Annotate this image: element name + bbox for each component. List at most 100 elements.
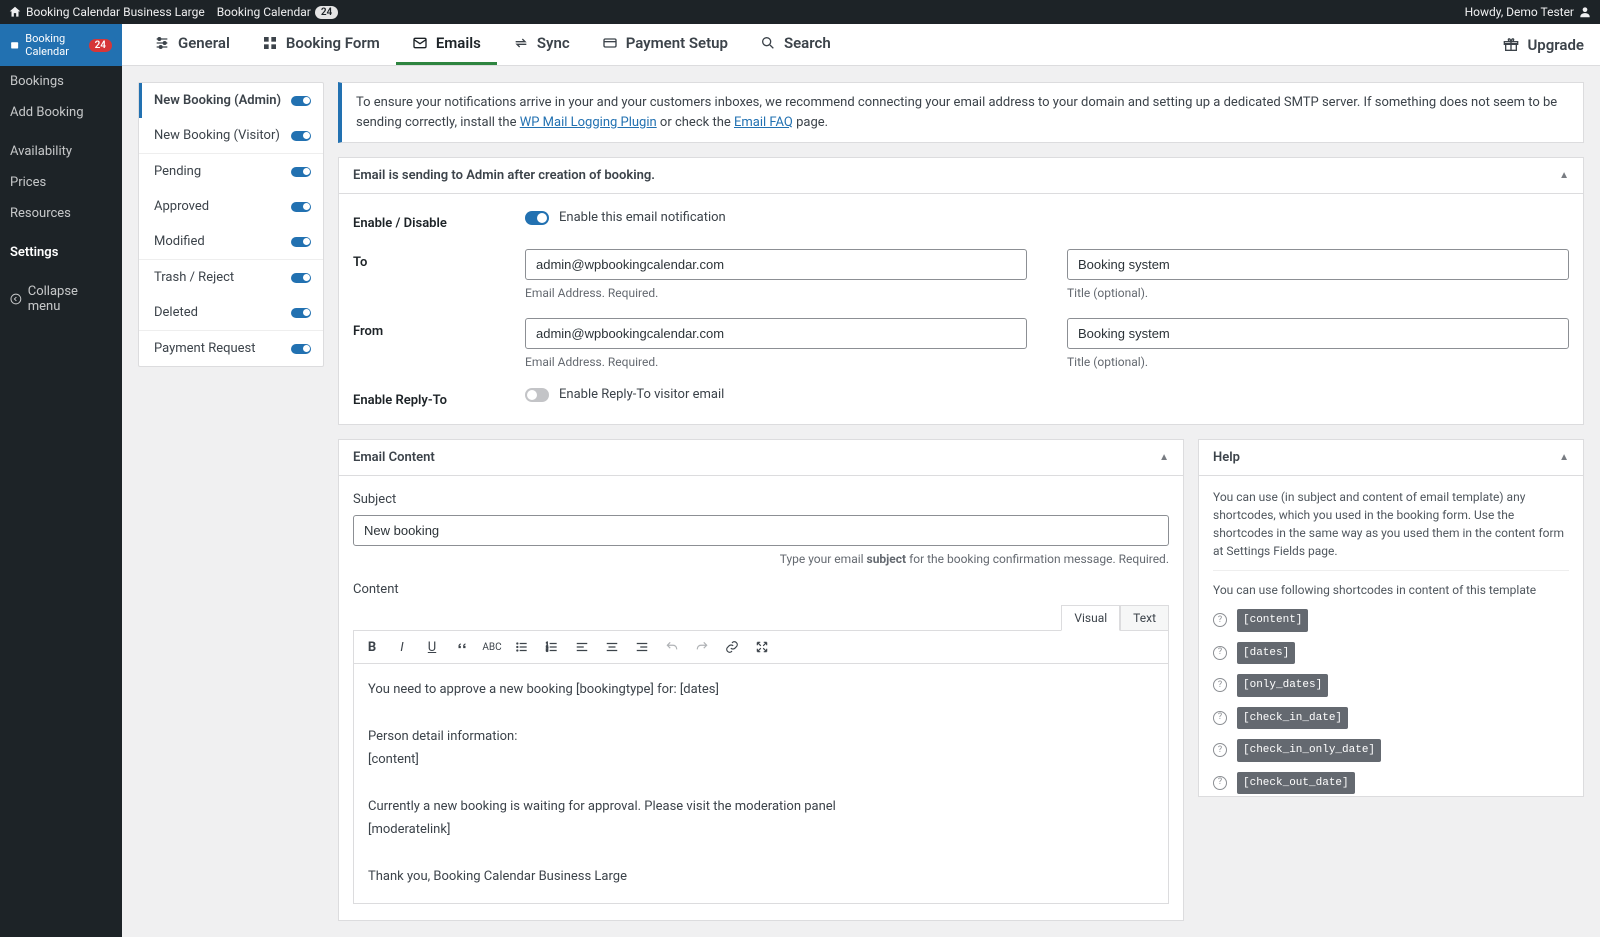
underline-button[interactable]: U — [422, 637, 442, 657]
email-item-label: New Booking (Visitor) — [154, 128, 280, 143]
bold-button[interactable]: B — [362, 637, 382, 657]
align-left-button[interactable] — [572, 637, 592, 657]
svg-text:3: 3 — [546, 649, 548, 653]
italic-button[interactable]: I — [392, 637, 412, 657]
email-item-deleted[interactable]: Deleted — [139, 295, 323, 330]
tab-general-label: General — [178, 34, 230, 52]
notice-link-faq[interactable]: Email FAQ — [734, 115, 793, 130]
shortcode-help-icon[interactable]: ? — [1213, 613, 1227, 627]
shortcode-help-icon[interactable]: ? — [1213, 678, 1227, 692]
email-item-approved[interactable]: Approved — [139, 189, 323, 224]
from-title-help: Title (optional). — [1067, 355, 1569, 369]
panel-title: Email is sending to Admin after creation… — [353, 168, 655, 183]
plugin-badge: 24 — [315, 6, 338, 19]
tab-booking-form[interactable]: Booking Form — [246, 24, 396, 65]
shortcode-tag[interactable]: [check_in_only_date] — [1237, 739, 1381, 762]
editor-tab-visual[interactable]: Visual — [1061, 605, 1120, 631]
fullscreen-button[interactable] — [752, 637, 772, 657]
email-item-modified[interactable]: Modified — [139, 224, 323, 259]
quote-button[interactable] — [452, 637, 472, 657]
email-item-new-admin[interactable]: New Booking (Admin) — [139, 83, 323, 118]
subject-input[interactable] — [353, 515, 1169, 546]
sidemenu-item-resources[interactable]: Resources — [0, 198, 122, 229]
editor-content[interactable]: You need to approve a new booking [booki… — [353, 664, 1169, 904]
number-list-button[interactable]: 123 — [542, 637, 562, 657]
shortcode-help-icon[interactable]: ? — [1213, 646, 1227, 660]
notice-text-3: page. — [793, 115, 828, 130]
enable-toggle[interactable] — [525, 211, 549, 225]
shortcode-tag[interactable]: [dates] — [1237, 642, 1295, 665]
content-collapse-icon[interactable]: ▲ — [1159, 452, 1169, 463]
tab-emails[interactable]: Emails — [396, 24, 497, 65]
email-item-label: Trash / Reject — [154, 270, 234, 285]
gift-icon — [1503, 37, 1519, 53]
strikethrough-button[interactable]: ABC — [482, 637, 502, 657]
admin-bar: Booking Calendar Business Large Booking … — [0, 0, 1600, 24]
notice-link-wp-mail[interactable]: WP Mail Logging Plugin — [520, 115, 657, 130]
sidemenu-item-settings[interactable]: Settings — [0, 237, 122, 268]
panel-collapse-icon[interactable]: ▲ — [1559, 170, 1569, 181]
link-icon — [725, 640, 739, 654]
shortcode-tag[interactable]: [content] — [1237, 609, 1308, 632]
from-label: From — [353, 318, 509, 339]
shortcode-help-icon[interactable]: ? — [1213, 743, 1227, 757]
plugin-toolbar-link[interactable]: Booking Calendar 24 — [217, 5, 339, 19]
email-item-new-visitor[interactable]: New Booking (Visitor) — [139, 118, 323, 153]
grid-icon — [262, 35, 278, 51]
tab-payment[interactable]: Payment Setup — [586, 24, 744, 65]
email-item-label: New Booking (Admin) — [154, 93, 281, 108]
smtp-notice: To ensure your notifications arrive in y… — [338, 82, 1584, 143]
email-item-pending[interactable]: Pending — [139, 154, 323, 189]
help-panel-title: Help — [1213, 450, 1240, 465]
sliders-icon — [154, 35, 170, 51]
email-item-trash[interactable]: Trash / Reject — [139, 260, 323, 295]
align-center-icon — [605, 640, 619, 654]
align-right-button[interactable] — [632, 637, 652, 657]
sidemenu-item-prices[interactable]: Prices — [0, 167, 122, 198]
email-item-toggle[interactable] — [291, 237, 311, 247]
bullet-list-button[interactable] — [512, 637, 532, 657]
calendar-icon — [10, 38, 19, 52]
shortcode-row: ? [content] — [1213, 609, 1569, 632]
shortcode-tag[interactable]: [check_in_date] — [1237, 707, 1348, 730]
tab-sync[interactable]: Sync — [497, 24, 586, 65]
sidemenu-item-availability[interactable]: Availability — [0, 136, 122, 167]
shortcode-help-icon[interactable]: ? — [1213, 711, 1227, 725]
howdy-link[interactable]: Howdy, Demo Tester — [1465, 5, 1592, 19]
from-title-input[interactable] — [1067, 318, 1569, 349]
shortcode-help-icon[interactable]: ? — [1213, 776, 1227, 790]
enable-text: Enable this email notification — [559, 210, 726, 225]
email-item-toggle[interactable] — [291, 167, 311, 177]
editor-toolbar: B I U ABC 123 — [353, 630, 1169, 664]
sidemenu-collapse[interactable]: Collapse menu — [0, 276, 122, 322]
tab-search[interactable]: Search — [744, 24, 847, 65]
email-item-toggle[interactable] — [291, 344, 311, 354]
email-item-toggle[interactable] — [291, 308, 311, 318]
notice-text-2: or check the — [657, 115, 734, 130]
email-item-payment-request[interactable]: Payment Request — [139, 331, 323, 366]
shortcode-tag[interactable]: [only_dates] — [1237, 674, 1328, 697]
editor-tab-text[interactable]: Text — [1120, 605, 1169, 631]
help-panel: Help ▲ You can use (in subject and conte… — [1198, 439, 1584, 797]
help-collapse-icon[interactable]: ▲ — [1559, 452, 1569, 463]
redo-button[interactable] — [692, 637, 712, 657]
email-item-toggle[interactable] — [291, 202, 311, 212]
home-link[interactable]: Booking Calendar Business Large — [8, 5, 205, 19]
link-button[interactable] — [722, 637, 742, 657]
align-center-button[interactable] — [602, 637, 622, 657]
shortcode-tag[interactable]: [check_out_date] — [1237, 772, 1355, 795]
sidemenu-item-add-booking[interactable]: Add Booking — [0, 97, 122, 128]
email-item-toggle[interactable] — [291, 273, 311, 283]
from-email-input[interactable] — [525, 318, 1027, 349]
sidemenu-item-bookings[interactable]: Bookings — [0, 66, 122, 97]
email-item-toggle[interactable] — [291, 96, 311, 106]
to-title-input[interactable] — [1067, 249, 1569, 280]
replyto-toggle[interactable] — [525, 388, 549, 402]
undo-button[interactable] — [662, 637, 682, 657]
tab-emails-label: Emails — [436, 34, 481, 52]
email-item-toggle[interactable] — [291, 131, 311, 141]
upgrade-button[interactable]: Upgrade — [1503, 36, 1584, 54]
tab-general[interactable]: General — [138, 24, 246, 65]
to-email-input[interactable] — [525, 249, 1027, 280]
sidemenu-main[interactable]: Booking Calendar 24 — [0, 24, 122, 66]
